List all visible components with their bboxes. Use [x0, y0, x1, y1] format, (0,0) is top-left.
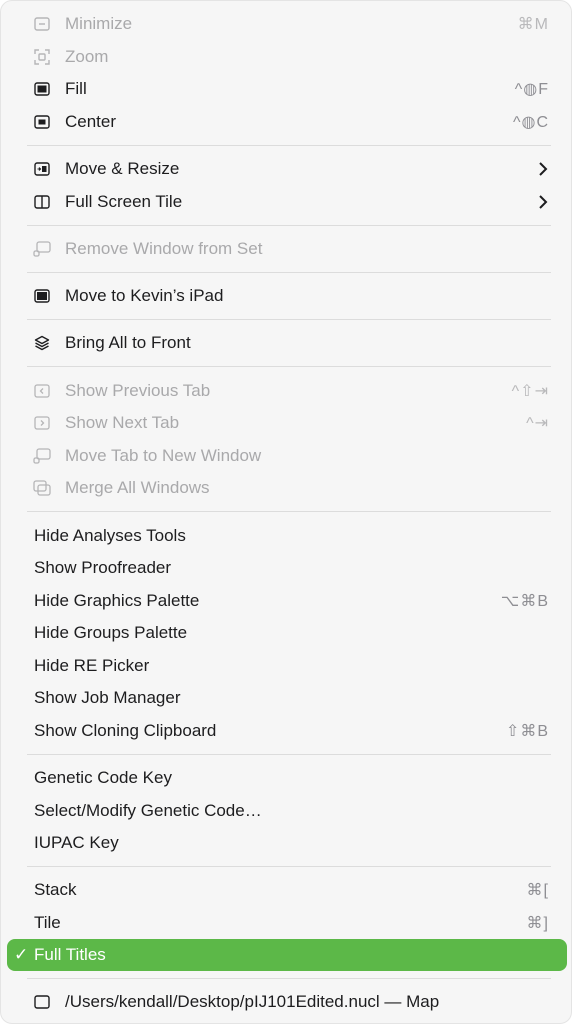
menu-item-center[interactable]: Center ^◍C	[7, 106, 567, 138]
menu-item-full-screen-tile[interactable]: Full Screen Tile	[7, 186, 567, 218]
separator	[27, 225, 551, 226]
menu-item-label: Center	[65, 112, 117, 131]
menu-item-label: Hide Graphics Palette	[34, 591, 200, 610]
menu-item-hide-graphics-palette[interactable]: Hide Graphics Palette ⌥⌘B	[7, 585, 567, 617]
menu-item-label: Select/Modify Genetic Code…	[34, 801, 262, 820]
separator	[27, 866, 551, 867]
shortcut: ^⇧⇥	[511, 383, 549, 400]
menu-item-label: Move & Resize	[65, 159, 180, 178]
menu-item-merge-all-windows[interactable]: Merge All Windows	[7, 472, 567, 504]
separator	[27, 272, 551, 273]
shortcut: ⌘[	[526, 882, 549, 899]
previous-tab-icon	[33, 383, 51, 399]
menu-item-label: Hide Analyses Tools	[34, 526, 186, 545]
chevron-right-icon	[537, 161, 549, 177]
shortcut: ⌥⌘B	[500, 593, 549, 610]
menu-item-hide-groups-palette[interactable]: Hide Groups Palette	[7, 617, 567, 649]
menu-item-zoom[interactable]: Zoom	[7, 41, 567, 73]
menu-item-label: Hide RE Picker	[34, 656, 150, 675]
menu-item-label: Show Next Tab	[65, 413, 180, 432]
menu-item-label: Remove Window from Set	[65, 239, 263, 258]
ipad-icon	[33, 288, 51, 304]
move-resize-icon	[33, 161, 51, 177]
menu-item-fill[interactable]: Fill ^◍F	[7, 73, 567, 105]
menu-item-label: Show Previous Tab	[65, 381, 211, 400]
window-menu: Minimize ⌘M Zoom Fill ^◍F Center ^◍C Mov…	[0, 0, 572, 1024]
menu-item-label: Zoom	[65, 47, 109, 66]
menu-item-remove-window-from-set[interactable]: Remove Window from Set	[7, 233, 567, 265]
menu-item-bring-all-to-front[interactable]: Bring All to Front	[7, 327, 567, 359]
split-view-icon	[33, 194, 51, 210]
menu-item-label: Tile	[34, 913, 61, 932]
menu-item-document-window[interactable]: /Users/kendall/Desktop/pIJ101Edited.nucl…	[7, 986, 567, 1018]
menu-item-full-titles[interactable]: ✓ Full Titles	[7, 939, 567, 971]
zoom-icon	[33, 49, 51, 65]
minimize-icon	[33, 16, 51, 32]
menu-item-show-cloning-clipboard[interactable]: Show Cloning Clipboard ⇧⌘B	[7, 715, 567, 747]
menu-item-label: Genetic Code Key	[34, 768, 172, 787]
tab-window-icon	[33, 448, 51, 464]
menu-item-label: Stack	[34, 880, 77, 899]
menu-item-show-previous-tab[interactable]: Show Previous Tab ^⇧⇥	[7, 375, 567, 407]
menu-item-label: Full Titles	[34, 945, 106, 964]
menu-item-label: Minimize	[65, 14, 133, 33]
menu-item-label: Bring All to Front	[65, 333, 191, 352]
chevron-right-icon	[537, 194, 549, 210]
layers-icon	[33, 335, 51, 351]
fill-icon	[33, 81, 51, 97]
menu-item-move-tab-to-new-window[interactable]: Move Tab to New Window	[7, 440, 567, 472]
menu-item-move-to-ipad[interactable]: Move to Kevin’s iPad	[7, 280, 567, 312]
shortcut: ⌘]	[526, 915, 549, 932]
shortcut: ⌘M	[517, 16, 549, 33]
separator	[27, 319, 551, 320]
shortcut: ^⇥	[526, 415, 549, 432]
menu-item-tile[interactable]: Tile ⌘]	[7, 907, 567, 939]
menu-item-minimize[interactable]: Minimize ⌘M	[7, 8, 567, 40]
menu-item-iupac-key[interactable]: IUPAC Key	[7, 827, 567, 859]
menu-item-label: Full Screen Tile	[65, 192, 183, 211]
menu-item-move-resize[interactable]: Move & Resize	[7, 153, 567, 185]
menu-item-label: Move to Kevin’s iPad	[65, 286, 224, 305]
separator	[27, 754, 551, 755]
shortcut: ^◍F	[514, 81, 549, 98]
menu-item-label: Merge All Windows	[65, 478, 210, 497]
menu-item-label: Fill	[65, 79, 87, 98]
menu-item-stack[interactable]: Stack ⌘[	[7, 874, 567, 906]
window-icon	[33, 994, 51, 1010]
separator	[27, 511, 551, 512]
separator	[27, 366, 551, 367]
separator	[27, 145, 551, 146]
menu-item-label: Show Cloning Clipboard	[34, 721, 217, 740]
menu-item-hide-re-picker[interactable]: Hide RE Picker	[7, 650, 567, 682]
merge-windows-icon	[33, 480, 51, 496]
checkmark-icon: ✓	[14, 945, 29, 964]
menu-item-show-job-manager[interactable]: Show Job Manager	[7, 682, 567, 714]
menu-item-label: Show Proofreader	[34, 558, 172, 577]
menu-item-genetic-code-key[interactable]: Genetic Code Key	[7, 762, 567, 794]
separator	[27, 978, 551, 979]
next-tab-icon	[33, 415, 51, 431]
menu-item-show-next-tab[interactable]: Show Next Tab ^⇥	[7, 407, 567, 439]
window-set-icon	[33, 241, 51, 257]
menu-item-label: IUPAC Key	[34, 833, 119, 852]
menu-item-label: /Users/kendall/Desktop/pIJ101Edited.nucl…	[65, 992, 440, 1011]
menu-item-show-proofreader[interactable]: Show Proofreader	[7, 552, 567, 584]
shortcut: ⇧⌘B	[505, 723, 549, 740]
menu-item-hide-analyses-tools[interactable]: Hide Analyses Tools	[7, 520, 567, 552]
menu-item-label: Hide Groups Palette	[34, 623, 188, 642]
menu-item-select-modify-genetic-code[interactable]: Select/Modify Genetic Code…	[7, 795, 567, 827]
menu-item-label: Move Tab to New Window	[65, 446, 262, 465]
menu-item-label: Show Job Manager	[34, 688, 181, 707]
shortcut: ^◍C	[512, 114, 549, 131]
center-icon	[33, 114, 51, 130]
